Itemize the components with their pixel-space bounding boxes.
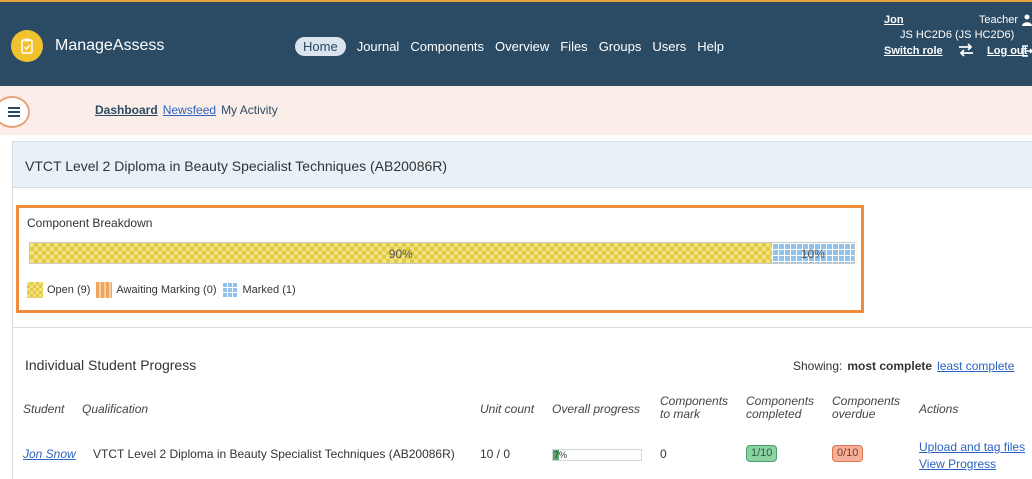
menu-toggle-icon[interactable] — [0, 96, 30, 128]
sort-most-complete[interactable]: most complete — [847, 359, 932, 373]
marked-segment[interactable]: 10% — [771, 243, 854, 263]
header-unit-count[interactable]: Unit count — [480, 403, 534, 416]
header-components-to-mark-line2: to mark — [660, 407, 701, 421]
view-progress-link[interactable]: View Progress — [919, 457, 996, 471]
nav-components[interactable]: Components — [410, 39, 484, 54]
header-components-completed[interactable]: Components completed — [746, 395, 814, 421]
sort-toggle: Showing: most complete least complete — [793, 359, 1014, 373]
course-title: VTCT Level 2 Diploma in Beauty Specialis… — [25, 158, 448, 174]
header-qualification[interactable]: Qualification — [82, 403, 148, 416]
tab-my-activity[interactable]: My Activity — [221, 103, 278, 117]
user-icon — [1022, 14, 1032, 26]
header-components-overdue-line2: overdue — [832, 407, 876, 421]
sort-least-complete[interactable]: least complete — [937, 359, 1014, 373]
nav-users[interactable]: Users — [652, 39, 686, 54]
sub-navbar: Dashboard Newsfeed My Activity — [0, 86, 1032, 135]
user-role: Teacher — [978, 14, 1018, 26]
showing-label: Showing: — [793, 359, 843, 373]
course-panel: VTCT Level 2 Diploma in Beauty Specialis… — [12, 141, 1032, 479]
nav-home[interactable]: Home — [295, 37, 346, 56]
subnav-links: Dashboard Newsfeed My Activity — [95, 103, 278, 117]
progress-title: Individual Student Progress — [25, 357, 197, 373]
header-components-to-mark[interactable]: Components to mark — [660, 395, 728, 421]
header-student[interactable]: Student — [23, 403, 64, 416]
student-progress-section: Individual Student Progress Showing: mos… — [13, 327, 1032, 479]
overall-progress-fill: 7% — [553, 450, 568, 460]
header-components-completed-line2: completed — [746, 407, 802, 421]
app-logo-icon[interactable] — [11, 30, 43, 62]
overall-progress-bar: 7% — [552, 449, 642, 461]
row-components-to-mark: 0 — [660, 447, 667, 461]
header-overall-progress[interactable]: Overall progress — [552, 403, 640, 416]
upload-tag-files-link[interactable]: Upload and tag files — [919, 440, 1025, 454]
header-actions: Actions — [919, 402, 959, 416]
completed-badge: 1/10 — [746, 445, 778, 462]
user-group: JS HC2D6 (JS HC2D6) — [900, 29, 1015, 41]
overdue-badge: 0/10 — [832, 445, 864, 462]
nav-help[interactable]: Help — [697, 39, 724, 54]
row-qualification: VTCT Level 2 Diploma in Beauty Specialis… — [93, 447, 455, 461]
course-header: VTCT Level 2 Diploma in Beauty Specialis… — [13, 142, 1032, 188]
open-swatch — [27, 282, 43, 298]
header-components-overdue[interactable]: Components overdue — [832, 395, 900, 421]
marked-percent-label: 10% — [800, 247, 825, 261]
main-nav: Home Journal Components Overview Files G… — [295, 37, 735, 56]
tab-dashboard[interactable]: Dashboard — [95, 103, 158, 117]
open-segment[interactable]: 90% — [30, 243, 772, 263]
open-percent-label: 90% — [388, 247, 413, 261]
awaiting-swatch — [96, 282, 113, 298]
logout-icon[interactable] — [1022, 45, 1032, 57]
legend-open: Open (9) — [47, 284, 91, 296]
nav-files[interactable]: Files — [560, 39, 587, 54]
tab-newsfeed[interactable]: Newsfeed — [163, 103, 216, 117]
top-navbar: ManageAssess Home Journal Components Ove… — [0, 0, 1032, 86]
user-panel: Jon Teacher JS HC2D6 (JS HC2D6) Switch r… — [872, 14, 1032, 74]
legend-marked: Marked (1) — [242, 284, 296, 296]
component-breakdown: Component Breakdown 90% 10% Open (9) Awa… — [16, 205, 864, 313]
nav-journal[interactable]: Journal — [357, 39, 400, 54]
breakdown-bar: 90% 10% — [29, 242, 855, 264]
switch-role-link[interactable]: Switch role — [884, 45, 943, 57]
breakdown-legend: Open (9) Awaiting Marking (0) Marked (1) — [27, 282, 302, 298]
app-name[interactable]: ManageAssess — [55, 37, 164, 55]
student-link[interactable]: Jon Snow — [23, 447, 76, 461]
marked-swatch — [222, 282, 239, 298]
nav-overview[interactable]: Overview — [495, 39, 549, 54]
row-unit-count: 10 / 0 — [480, 447, 511, 461]
user-name-link[interactable]: Jon — [884, 14, 904, 26]
breakdown-title: Component Breakdown — [27, 216, 153, 230]
switch-arrows-icon[interactable] — [957, 43, 975, 57]
nav-groups[interactable]: Groups — [599, 39, 642, 54]
legend-awaiting: Awaiting Marking (0) — [116, 284, 217, 296]
